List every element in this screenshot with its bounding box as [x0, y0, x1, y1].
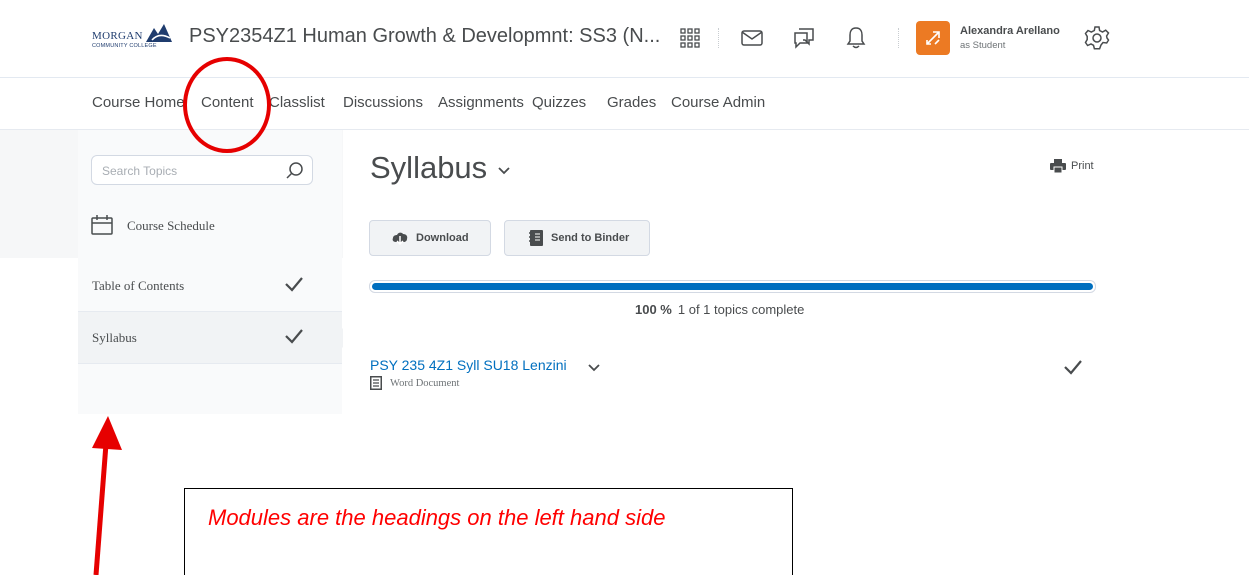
- nav-quizzes[interactable]: Quizzes: [532, 94, 586, 111]
- logo-text: MORGAN: [92, 30, 143, 42]
- nav-classlist[interactable]: Classlist: [269, 94, 325, 111]
- course-title[interactable]: PSY2354Z1 Human Growth & Developmnt: SS3…: [189, 25, 660, 48]
- nav-course-admin[interactable]: Course Admin: [671, 94, 765, 111]
- sidebar-item-table-of-contents[interactable]: Table of Contents: [78, 260, 342, 312]
- progress-detail: 1 of 1 topics complete: [677, 302, 805, 317]
- send-to-binder-button[interactable]: Send to Binder: [504, 220, 650, 256]
- checkmark-icon: [1064, 360, 1082, 375]
- mail-icon[interactable]: [738, 24, 766, 52]
- print-label: Print: [1071, 160, 1094, 172]
- apps-grid-icon[interactable]: [676, 24, 704, 52]
- sidebar-item-syllabus[interactable]: Syllabus: [78, 312, 352, 364]
- printer-icon: [1050, 159, 1066, 173]
- nav-grades[interactable]: Grades: [607, 94, 656, 111]
- annotation-circle: [183, 57, 271, 153]
- progress-percent: 100 %: [635, 302, 672, 317]
- user-name[interactable]: Alexandra Arellano: [960, 25, 1060, 37]
- search-icon[interactable]: [286, 161, 304, 179]
- download-label: Download: [416, 232, 469, 244]
- divider: [718, 28, 719, 48]
- calendar-icon: [91, 215, 113, 235]
- chevron-down-icon[interactable]: [588, 364, 600, 372]
- top-navbar: MORGAN COMMUNITY COLLEGE PSY2354Z1 Human…: [0, 0, 1249, 78]
- chevron-down-icon[interactable]: [498, 167, 510, 175]
- topic-type: Word Document: [370, 376, 459, 390]
- topic-type-label: Word Document: [390, 377, 460, 389]
- progress-bar: [369, 280, 1096, 293]
- document-icon: [370, 376, 382, 390]
- college-logo[interactable]: MORGAN COMMUNITY COLLEGE: [92, 22, 178, 52]
- user-avatar[interactable]: [916, 21, 950, 55]
- checkmark-icon: [285, 277, 303, 292]
- progress-summary: 100 % 1 of 1 topics complete: [635, 302, 804, 317]
- chat-icon[interactable]: [790, 24, 818, 52]
- user-role: as Student: [960, 40, 1006, 51]
- progress-fill: [372, 283, 1093, 290]
- course-schedule-label: Course Schedule: [127, 218, 215, 233]
- gear-icon[interactable]: [1083, 24, 1111, 52]
- nav-assignments[interactable]: Assignments: [438, 94, 524, 111]
- print-button[interactable]: Print: [1050, 159, 1094, 173]
- send-to-binder-label: Send to Binder: [551, 232, 630, 244]
- role-switch-icon: [926, 31, 940, 45]
- search-input[interactable]: [102, 162, 282, 180]
- callout-text: Modules are the headings on the left han…: [208, 505, 666, 530]
- sidebar-item-label: Table of Contents: [92, 278, 185, 293]
- binder-icon: [529, 230, 543, 246]
- annotation-arrow-icon: [92, 416, 122, 575]
- divider: [898, 28, 899, 48]
- bell-icon[interactable]: [842, 24, 870, 52]
- search-topics-box: [91, 155, 313, 185]
- nav-course-home[interactable]: Course Home: [92, 94, 185, 111]
- annotation-callout: Modules are the headings on the left han…: [184, 488, 793, 575]
- logo-emblem-icon: [146, 24, 172, 42]
- page-title: Syllabus: [370, 150, 488, 185]
- nav-discussions[interactable]: Discussions: [343, 94, 423, 111]
- checkmark-icon: [285, 329, 303, 344]
- cloud-download-icon: [392, 232, 408, 245]
- sidebar-item-label: Syllabus: [92, 330, 137, 345]
- topic-link[interactable]: PSY 235 4Z1 Syll SU18 Lenzini: [370, 357, 567, 373]
- download-button[interactable]: Download: [369, 220, 491, 256]
